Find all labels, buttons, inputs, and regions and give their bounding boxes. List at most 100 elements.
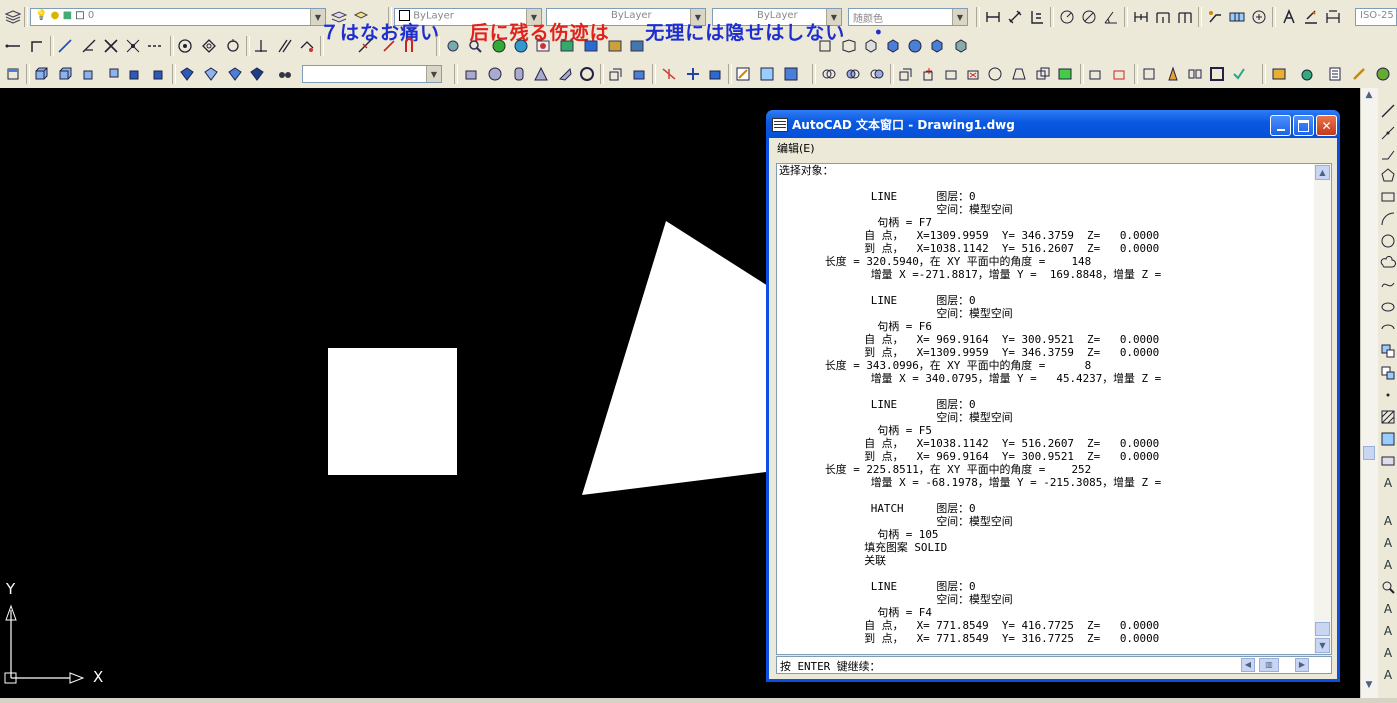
continue-dimension-icon[interactable] [1176,8,1194,26]
mtext-icon[interactable]: A [1379,474,1397,492]
construction-line-icon[interactable] [1379,124,1397,142]
extend-icon[interactable] [124,37,142,55]
pyramid-icon[interactable] [532,65,550,83]
nw-iso-view-icon[interactable] [248,65,266,83]
close-button[interactable]: ✕ [1316,115,1337,136]
scroll-thumb[interactable]: ▥ [1259,658,1279,672]
taper-faces-icon[interactable] [1010,65,1028,83]
circle-icon[interactable] [176,37,194,55]
radius-dimension-icon[interactable] [1058,8,1076,26]
canvas-vertical-scrollbar[interactable]: ▲ ▼ [1360,88,1378,698]
history-vertical-scrollbar[interactable]: ▲ ▼ [1314,164,1331,654]
scroll-right-icon[interactable]: ▶ [1295,658,1309,672]
pan-icon[interactable] [490,37,508,55]
revcloud-icon[interactable] [1379,254,1397,272]
arc-icon[interactable] [1379,210,1397,228]
designcenter-icon[interactable] [1298,65,1316,83]
center-mark-icon[interactable] [1250,8,1268,26]
separate-icon[interactable] [1186,65,1204,83]
spell-check-icon[interactable] [1379,578,1397,596]
imprint-icon[interactable] [1140,65,1158,83]
properties-icon[interactable] [1326,65,1344,83]
copy-edges-icon[interactable] [1086,65,1104,83]
autocad-text-window[interactable]: AutoCAD 文本窗口 - Drawing1.dwg ✕ 编辑(E) 选择对象… [766,110,1340,682]
edit-text-icon[interactable]: A [1379,534,1397,552]
ray-icon[interactable] [80,37,98,55]
offset-faces-icon[interactable] [942,65,960,83]
minimize-button[interactable] [1270,115,1291,136]
measure-icon[interactable] [224,37,242,55]
circle-icon[interactable] [1379,232,1397,250]
3d-intersect-icon[interactable] [868,65,886,83]
wedge-icon[interactable] [56,65,74,83]
se-iso-view-icon[interactable] [202,65,220,83]
quad-shape[interactable] [582,221,790,495]
move-faces-icon[interactable] [920,65,938,83]
offset-icon[interactable] [276,37,294,55]
hatch-icon[interactable] [1379,408,1397,426]
find-text-icon[interactable]: A [1379,556,1397,574]
leader-icon[interactable] [1206,8,1224,26]
justify-text-icon[interactable]: A [1379,622,1397,640]
fog-icon[interactable] [628,37,646,55]
sw-iso-view-icon[interactable] [178,65,196,83]
named-views-icon[interactable] [512,37,530,55]
rotate-faces-icon[interactable] [986,65,1004,83]
quick-dimension-icon[interactable] [1132,8,1150,26]
setup-view-icon[interactable] [706,65,724,83]
erase-icon[interactable] [380,37,398,55]
slice-icon[interactable] [952,37,970,55]
text-window-titlebar[interactable]: AutoCAD 文本窗口 - Drawing1.dwg ✕ [766,110,1340,138]
calculator-icon[interactable] [1374,65,1392,83]
maximize-button[interactable] [1293,115,1314,136]
scroll-up-icon[interactable]: ▲ [1362,90,1376,104]
revolve-icon[interactable] [630,65,648,83]
make-block-icon[interactable] [1379,364,1397,382]
fillet-icon[interactable] [298,37,316,55]
subtract-icon[interactable] [884,37,902,55]
box-icon[interactable] [32,65,50,83]
front-view-icon[interactable] [80,65,98,83]
construction-line-icon[interactable] [28,37,46,55]
color-faces-icon[interactable] [1056,65,1074,83]
gradient-icon[interactable] [1379,430,1397,448]
dimstyle-combo[interactable]: ISO-25 [1355,8,1397,26]
section-icon[interactable] [660,65,678,83]
scroll-up-icon[interactable]: ▲ [1315,165,1330,180]
extrude-faces-icon[interactable] [896,65,914,83]
camera-icon[interactable] [276,65,294,83]
ellipse-arc-icon[interactable] [1379,320,1397,338]
clean-icon[interactable] [1164,65,1182,83]
convert-text-icon[interactable]: A [1379,644,1397,662]
chevron-down-icon[interactable]: ▼ [952,9,967,25]
copy-faces-icon[interactable] [1034,65,1052,83]
linear-dimension-icon[interactable] [984,8,1002,26]
polyline-icon[interactable] [56,37,74,55]
tolerance-icon[interactable] [1228,8,1246,26]
boundary-icon[interactable] [840,37,858,55]
line-icon[interactable] [1379,102,1397,120]
scroll-left-icon[interactable]: ◀ [1241,658,1255,672]
cylinder-icon[interactable] [462,65,480,83]
text-to-mtext-icon[interactable]: A [1379,666,1397,684]
region-icon[interactable] [1379,452,1397,470]
scroll-thumb[interactable] [1315,622,1330,636]
dashed-line-icon[interactable] [146,37,164,55]
polygon-icon[interactable] [1379,166,1397,184]
chevron-down-icon[interactable]: ▼ [426,66,441,82]
toolpalette-icon[interactable] [1270,65,1288,83]
cone-icon[interactable] [510,65,528,83]
scene-icon[interactable] [558,37,576,55]
diameter-dimension-icon[interactable] [1080,8,1098,26]
aligned-dimension-icon[interactable] [1006,8,1024,26]
delete-faces-icon[interactable] [964,65,982,83]
union-icon[interactable] [862,37,880,55]
torus-icon[interactable] [556,65,574,83]
render-icon[interactable] [534,37,552,55]
3d-subtract-icon[interactable] [844,65,862,83]
dimension-edit-icon[interactable] [1280,8,1298,26]
setup-profile-icon[interactable] [758,65,776,83]
point-icon[interactable] [252,37,270,55]
scroll-down-icon[interactable]: ▼ [1362,680,1376,694]
region-icon[interactable] [816,37,834,55]
